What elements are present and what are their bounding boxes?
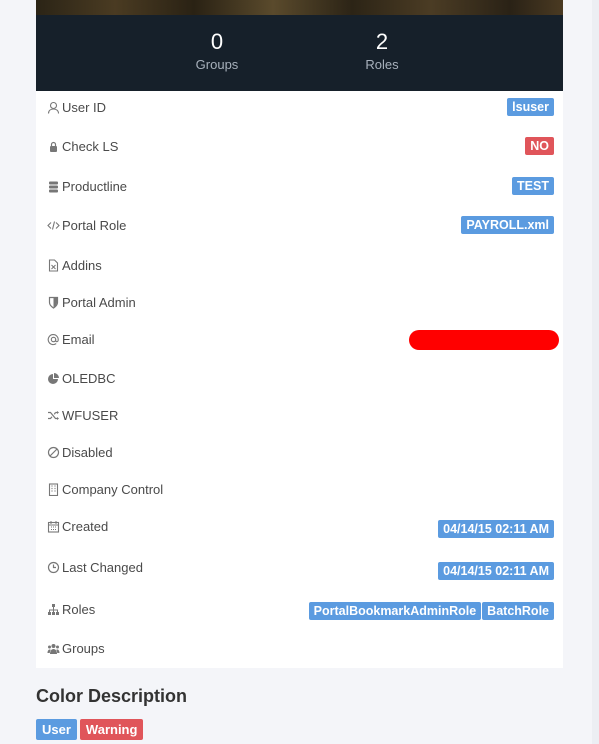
row-email: Email	[47, 328, 559, 352]
row-label: Addins	[62, 258, 102, 273]
row-label: Portal Role	[62, 218, 127, 233]
row-label: Productline	[62, 179, 128, 194]
calendar-icon	[47, 520, 60, 533]
row-created: Created 04/14/15 02:11 AM	[47, 515, 554, 539]
building-icon	[47, 483, 60, 496]
users-icon	[47, 642, 60, 655]
row-label: Company Control	[62, 482, 164, 497]
row-user-id: User ID lsuser	[47, 96, 554, 120]
row-company-control: Company Control	[47, 478, 554, 502]
stat-groups: 0 Groups	[147, 29, 287, 74]
at-icon	[47, 333, 60, 346]
created-date-badge: 04/14/15 02:11 AM	[438, 520, 554, 538]
row-addins: Addins	[47, 254, 554, 278]
row-disabled: Disabled	[47, 441, 554, 465]
file-icon	[47, 259, 60, 272]
shuffle-icon	[47, 409, 60, 422]
row-label: Portal Admin	[62, 295, 136, 310]
sitemap-icon	[47, 603, 60, 616]
user-profile-card: 0 Groups 2 Roles User ID lsuser Check LS…	[36, 0, 563, 668]
row-label: OLEDBC	[62, 371, 116, 386]
stat-roles-label: Roles	[365, 57, 399, 72]
stat-groups-count: 0	[210, 29, 224, 54]
database-icon	[47, 180, 60, 193]
row-portal-role: Portal Role PAYROLL.xml	[47, 214, 554, 238]
profile-cover-image	[36, 0, 563, 15]
color-legend: User Warning	[36, 719, 144, 740]
last-changed-date-badge: 04/14/15 02:11 AM	[438, 562, 554, 580]
check-ls-badge: NO	[525, 137, 554, 155]
row-label: Created	[62, 519, 109, 534]
user-id-badge: lsuser	[507, 98, 554, 116]
row-roles: Roles PortalBookmarkAdminRole BatchRole	[47, 598, 554, 622]
code-icon	[47, 219, 60, 232]
row-label: Disabled	[62, 445, 113, 460]
row-check-ls: Check LS NO	[47, 135, 554, 159]
portal-role-badge: PAYROLL.xml	[461, 216, 554, 234]
shield-icon	[47, 296, 60, 309]
ban-icon	[47, 446, 60, 459]
row-label: Last Changed	[62, 560, 143, 575]
row-label: Roles	[62, 602, 96, 617]
clock-icon	[47, 561, 60, 574]
productline-badge: TEST	[512, 177, 554, 195]
row-label: WFUSER	[62, 408, 119, 423]
profile-stats: 0 Groups 2 Roles	[36, 15, 563, 91]
row-wfuser: WFUSER	[47, 404, 554, 428]
row-last-changed: Last Changed 04/14/15 02:11 AM	[47, 556, 554, 580]
pie-chart-icon	[47, 372, 60, 385]
color-description-title: Color Description	[36, 686, 188, 706]
row-portal-admin: Portal Admin	[47, 291, 554, 315]
row-productline: Productline TEST	[47, 175, 554, 199]
user-icon	[47, 101, 60, 114]
lock-icon	[47, 140, 60, 153]
row-label: User ID	[62, 100, 107, 115]
legend-user-badge: User	[36, 719, 77, 740]
stat-roles: 2 Roles	[312, 29, 452, 74]
row-label: Groups	[62, 641, 105, 656]
row-oledbc: OLEDBC	[47, 367, 554, 391]
legend-warning-badge: Warning	[79, 719, 144, 740]
row-groups: Groups	[47, 637, 554, 661]
scrollbar[interactable]	[592, 0, 599, 744]
stat-roles-count: 2	[375, 29, 389, 54]
stat-groups-label: Groups	[195, 57, 239, 72]
role-badge: PortalBookmarkAdminRole	[308, 602, 482, 620]
row-label: Email	[62, 332, 95, 347]
redacted-email	[409, 330, 559, 350]
role-badge: BatchRole	[482, 602, 554, 620]
row-label: Check LS	[62, 139, 119, 154]
